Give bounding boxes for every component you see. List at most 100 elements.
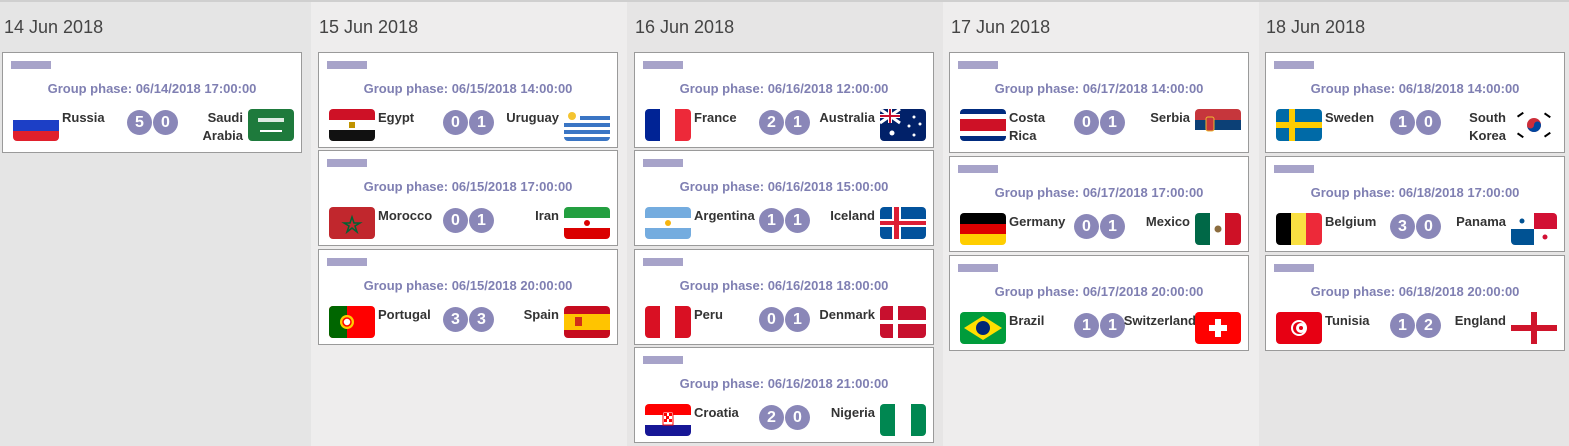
phase-bar: [958, 264, 998, 272]
match-card[interactable]: Group phase: 06/14/2018 17:00:00 Russia …: [2, 52, 302, 153]
phase-bar: [1274, 165, 1314, 173]
day-date: 17 Jun 2018: [951, 17, 1051, 37]
panama-flag-icon: [1511, 213, 1557, 245]
germany-flag-icon: [960, 213, 1006, 245]
away-team: Spain: [523, 307, 559, 322]
away-team: South Korea: [1469, 110, 1506, 143]
denmark-flag-icon: [880, 306, 926, 338]
away-score: 0: [785, 405, 810, 430]
match-card[interactable]: Group phase: 06/15/2018 20:00:00 Portuga…: [318, 249, 618, 345]
england-flag-icon: [1511, 312, 1557, 344]
match-card[interactable]: Group phase: 06/15/2018 17:00:00 Morocco…: [318, 150, 618, 246]
day-date: 18 Jun 2018: [1266, 17, 1366, 37]
match-card[interactable]: Group phase: 06/17/2018 17:00:00 Germany…: [949, 156, 1249, 252]
match-phase: Group phase: 06/16/2018 21:00:00: [679, 376, 889, 391]
home-team: Morocco: [378, 208, 433, 223]
away-score: 0: [1416, 214, 1441, 239]
home-score: 2: [759, 110, 784, 135]
match-phase: Group phase: 06/14/2018 17:00:00: [47, 81, 257, 96]
morocco-flag-icon: [329, 207, 375, 239]
away-team: Nigeria: [830, 405, 875, 420]
match-card[interactable]: Group phase: 06/15/2018 14:00:00 Egypt 0…: [318, 52, 618, 148]
day-column: 14 Jun 2018 Group phase: 06/14/2018 17:0…: [0, 2, 311, 446]
south-korea-flag-icon: [1511, 109, 1557, 141]
match-phase: Group phase: 06/18/2018 17:00:00: [1310, 185, 1520, 200]
russia-flag-icon: [13, 109, 59, 141]
away-team: Panama: [1456, 214, 1506, 229]
match-phase: Group phase: 06/15/2018 20:00:00: [363, 278, 573, 293]
home-team: Sweden: [1325, 110, 1375, 125]
away-team: Iran: [535, 208, 559, 223]
day-date: 15 Jun 2018: [319, 17, 419, 37]
match-card[interactable]: Group phase: 06/16/2018 21:00:00 Croatia…: [634, 347, 934, 443]
home-team: Tunisia: [1325, 313, 1370, 328]
away-score: 2: [1416, 313, 1441, 338]
match-phase: Group phase: 06/17/2018 17:00:00: [994, 185, 1204, 200]
home-score: 3: [1390, 214, 1415, 239]
day-column: 17 Jun 2018 Group phase: 06/17/2018 14:0…: [943, 2, 1259, 446]
match-phase: Group phase: 06/18/2018 14:00:00: [1310, 81, 1520, 96]
saudi-arabia-flag-icon: [248, 109, 294, 141]
day-column: 18 Jun 2018 Group phase: 06/18/2018 14:0…: [1259, 2, 1569, 446]
switzerland-flag-icon: [1195, 312, 1241, 344]
away-score: 1: [1100, 110, 1125, 135]
away-team: England: [1454, 313, 1506, 328]
home-score: 1: [1390, 313, 1415, 338]
argentina-flag-icon: [645, 207, 691, 239]
match-card[interactable]: Group phase: 06/16/2018 15:00:00 Argenti…: [634, 150, 934, 246]
away-score: 1: [469, 208, 494, 233]
phase-bar: [643, 61, 683, 69]
away-team: Saudi Arabia: [202, 110, 243, 143]
away-team: Serbia: [1150, 110, 1190, 125]
away-team: Uruguay: [506, 110, 559, 125]
home-team: Croatia: [694, 405, 739, 420]
phase-bar: [327, 258, 367, 266]
phase-bar: [643, 258, 683, 266]
egypt-flag-icon: [329, 109, 375, 141]
iceland-flag-icon: [880, 207, 926, 239]
home-score: 1: [1390, 110, 1415, 135]
away-score: 0: [1416, 110, 1441, 135]
away-score: 1: [785, 110, 810, 135]
away-score: 1: [469, 110, 494, 135]
spain-flag-icon: [564, 306, 610, 338]
match-card[interactable]: Group phase: 06/17/2018 14:00:00 Costa R…: [949, 52, 1249, 153]
home-team: Russia: [62, 110, 105, 125]
away-score: 0: [153, 110, 178, 135]
phase-bar: [958, 61, 998, 69]
costa-rica-flag-icon: [960, 109, 1006, 141]
away-score: 3: [469, 307, 494, 332]
home-score: 1: [1074, 313, 1099, 338]
home-score: 0: [759, 307, 784, 332]
away-team: Mexico: [1145, 214, 1190, 229]
france-flag-icon: [645, 109, 691, 141]
home-score: 0: [443, 208, 468, 233]
home-score: 3: [443, 307, 468, 332]
match-card[interactable]: Group phase: 06/16/2018 18:00:00 Peru 0 …: [634, 249, 934, 345]
match-phase: Group phase: 06/16/2018 15:00:00: [679, 179, 889, 194]
away-score: 1: [1100, 313, 1125, 338]
brazil-flag-icon: [960, 312, 1006, 344]
match-phase: Group phase: 06/15/2018 14:00:00: [363, 81, 573, 96]
match-card[interactable]: Group phase: 06/18/2018 14:00:00 Sweden …: [1265, 52, 1565, 153]
away-score: 1: [1100, 214, 1125, 239]
sweden-flag-icon: [1276, 109, 1322, 141]
nigeria-flag-icon: [880, 404, 926, 436]
match-card[interactable]: Group phase: 06/17/2018 20:00:00 Brazil …: [949, 255, 1249, 351]
croatia-flag-icon: [645, 404, 691, 436]
day-column: 15 Jun 2018 Group phase: 06/15/2018 14:0…: [311, 2, 627, 446]
phase-bar: [11, 61, 51, 69]
mexico-flag-icon: [1195, 213, 1241, 245]
phase-bar: [327, 61, 367, 69]
away-score: 1: [785, 208, 810, 233]
match-card[interactable]: Group phase: 06/18/2018 20:00:00 Tunisia…: [1265, 255, 1565, 351]
home-score: 1: [759, 208, 784, 233]
home-score: 5: [127, 110, 152, 135]
match-card[interactable]: Group phase: 06/18/2018 17:00:00 Belgium…: [1265, 156, 1565, 252]
away-team: Denmark: [819, 307, 875, 322]
phase-bar: [1274, 61, 1314, 69]
home-score: 0: [1074, 214, 1099, 239]
uruguay-flag-icon: [564, 109, 610, 141]
match-card[interactable]: Group phase: 06/16/2018 12:00:00 France …: [634, 52, 934, 148]
day-column: 16 Jun 2018 Group phase: 06/16/2018 12:0…: [627, 2, 943, 446]
